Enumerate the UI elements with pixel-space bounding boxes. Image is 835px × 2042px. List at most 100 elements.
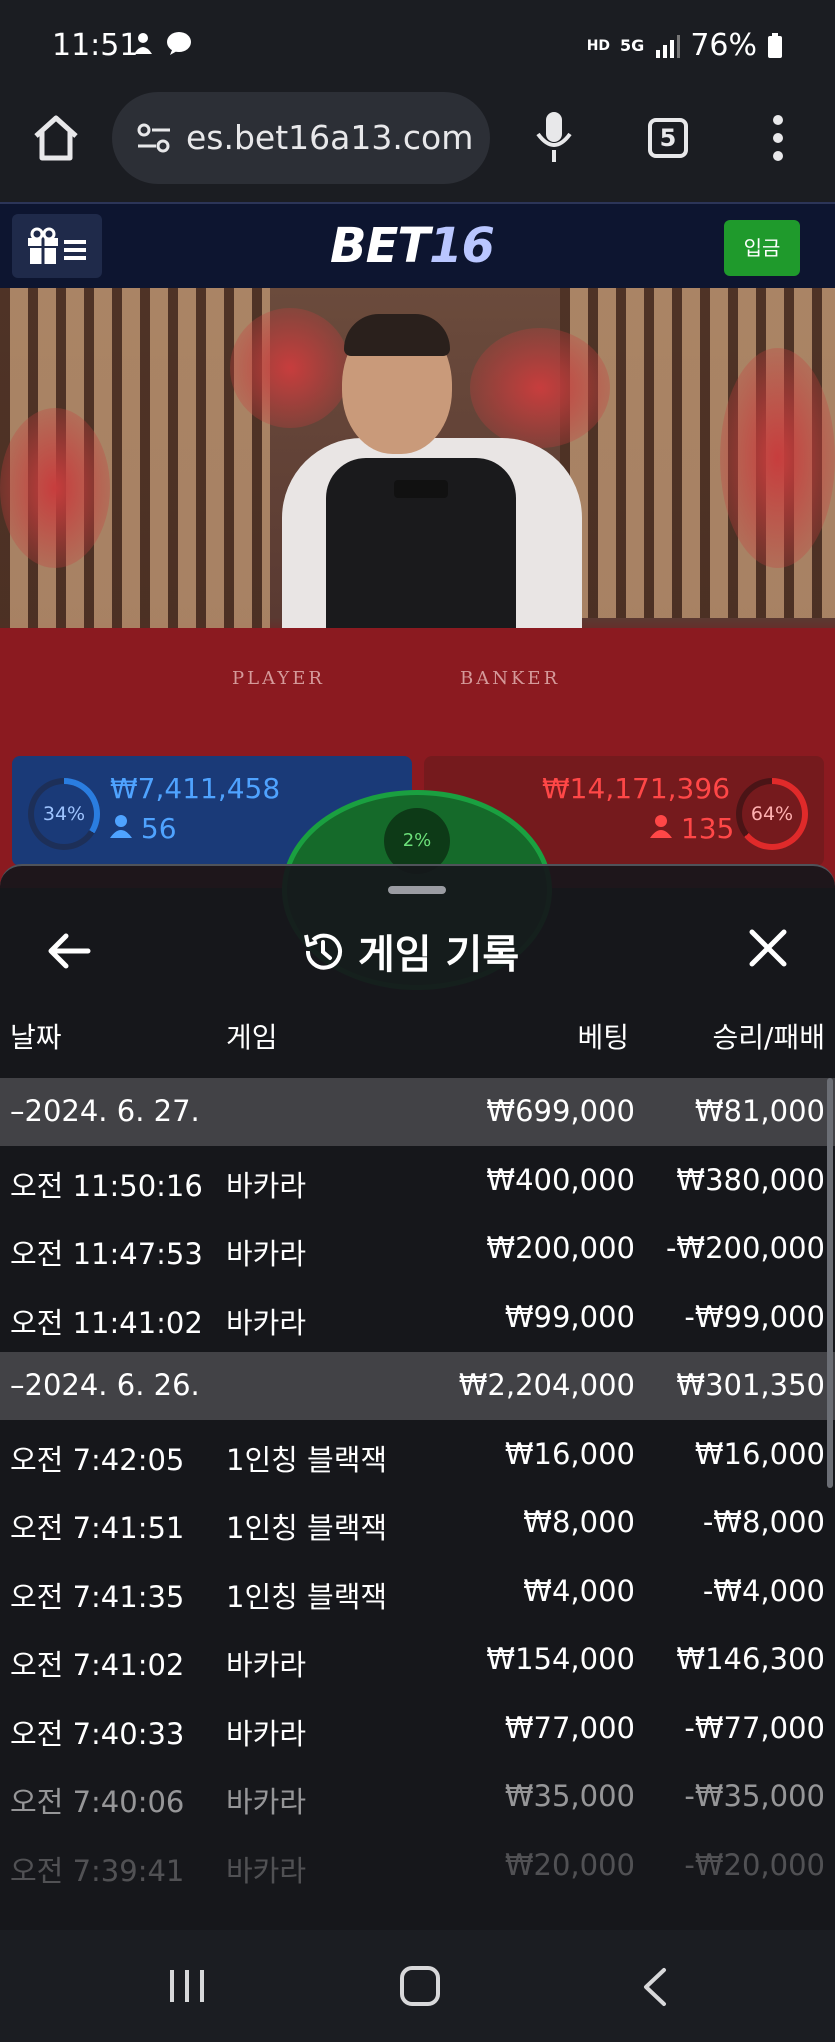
back-icon[interactable] xyxy=(640,1966,670,2008)
gift-icon xyxy=(28,227,86,264)
row-bet: ₩154,000 xyxy=(486,1642,635,1676)
row-game: 바카라 xyxy=(226,1168,307,1203)
user-icon xyxy=(110,815,132,838)
blossom-decor xyxy=(720,348,835,568)
banker-percent: 64% xyxy=(750,803,794,825)
row-date: 오전 11:47:53 xyxy=(10,1237,203,1271)
row-date: 오전 7:39:41 xyxy=(10,1853,185,1888)
tune-icon[interactable] xyxy=(136,122,172,154)
history-row[interactable]: 오전 11:47:53 바카라 ₩200,000 -₩200,000 xyxy=(0,1215,835,1283)
table-label-player: PLAYER xyxy=(232,668,325,689)
scrollbar[interactable] xyxy=(827,1078,833,1488)
row-bet: ₩4,000 xyxy=(523,1573,635,1608)
column-header-bet[interactable]: 베팅 xyxy=(577,1016,629,1056)
game-history-sheet: 게임 기록 날짜 게임 베팅 승리/패배 –2024. 6. 27. ₩699,0… xyxy=(0,864,835,1930)
status-right: HD 5G 76% xyxy=(587,28,783,63)
deposit-button[interactable]: 입금 xyxy=(724,220,800,276)
url-text: es.bet16a13.com xyxy=(186,118,474,157)
browser-toolbar: es.bet16a13.com 5 xyxy=(0,90,835,202)
sheet-title-text: 게임 기록 xyxy=(358,932,520,978)
banker-amount: ₩14,171,396 xyxy=(542,772,731,805)
status-time: 11:51 xyxy=(52,28,139,63)
row-result: ₩16,000 xyxy=(694,1436,825,1471)
dealer-hair xyxy=(344,314,450,356)
row-bet: ₩35,000 xyxy=(504,1779,635,1813)
talk-icon xyxy=(167,32,191,55)
column-header-date[interactable]: 날짜 xyxy=(10,1016,62,1056)
row-date: 오전 7:40:33 xyxy=(10,1716,185,1751)
history-row[interactable]: 오전 7:39:41 바카라 ₩20,000 -₩20,000 xyxy=(0,1832,835,1900)
logo-bet: BET xyxy=(330,218,430,274)
status-bar: 11:51 HD 5G 76% xyxy=(0,0,835,90)
row-bet: ₩400,000 xyxy=(486,1162,635,1197)
history-row[interactable]: 오전 7:42:05 1인칭 블랙잭 ₩16,000 ₩16,000 xyxy=(0,1421,835,1489)
android-nav-bar xyxy=(0,1930,835,2042)
date-group-row[interactable]: –2024. 6. 26. ₩2,204,000 ₩301,350 xyxy=(0,1352,835,1420)
sheet-title: 게임 기록 xyxy=(300,922,519,980)
home-nav-icon[interactable] xyxy=(400,1966,440,2006)
row-date: 오전 7:42:05 xyxy=(10,1442,185,1477)
blossom-decor xyxy=(470,328,610,448)
more-vert-icon[interactable] xyxy=(768,112,788,164)
row-result: -₩77,000 xyxy=(684,1710,825,1745)
row-result: -₩8,000 xyxy=(702,1505,825,1539)
row-date: –2024. 6. 27. xyxy=(10,1094,200,1128)
row-date: 오전 7:41:51 xyxy=(10,1511,185,1545)
player-count-value: 56 xyxy=(140,812,177,845)
row-result: ₩146,300 xyxy=(676,1642,825,1676)
row-bet: ₩77,000 xyxy=(504,1710,635,1745)
row-date: 오전 11:50:16 xyxy=(10,1168,203,1203)
history-row[interactable]: 오전 11:50:16 바카라 ₩400,000 ₩380,000 xyxy=(0,1147,835,1215)
row-date: 오전 7:41:35 xyxy=(10,1579,185,1614)
row-game: 바카라 xyxy=(226,1648,307,1682)
row-bet: ₩99,000 xyxy=(504,1299,635,1334)
row-bet: ₩200,000 xyxy=(486,1231,635,1265)
history-row[interactable]: 오전 7:41:51 1인칭 블랙잭 ₩8,000 -₩8,000 xyxy=(0,1489,835,1557)
network-5g-icon: 5G xyxy=(620,36,645,55)
close-icon[interactable] xyxy=(746,926,790,970)
history-row[interactable]: 오전 7:41:35 1인칭 블랙잭 ₩4,000 -₩4,000 xyxy=(0,1558,835,1626)
mic-icon[interactable] xyxy=(534,110,574,164)
banker-count-value: 135 xyxy=(680,812,735,845)
row-date: –2024. 6. 26. xyxy=(10,1368,200,1402)
home-icon[interactable] xyxy=(30,112,82,164)
banker-count: 135 xyxy=(650,812,734,845)
gift-menu-button[interactable] xyxy=(12,214,102,278)
date-group-row[interactable]: –2024. 6. 27. ₩699,000 ₩81,000 xyxy=(0,1078,835,1146)
user-icon xyxy=(650,815,672,838)
url-bar[interactable]: es.bet16a13.com xyxy=(112,92,490,184)
column-header-result[interactable]: 승리/패배 xyxy=(713,1016,825,1056)
row-game: 1인칭 블랙잭 xyxy=(226,1442,388,1477)
row-bet: ₩8,000 xyxy=(523,1505,635,1539)
notification-icons xyxy=(130,30,192,56)
row-bet: ₩20,000 xyxy=(504,1847,635,1882)
row-game: 바카라 xyxy=(226,1237,307,1271)
row-bet: ₩16,000 xyxy=(504,1436,635,1471)
row-date: 오전 7:41:02 xyxy=(10,1648,185,1682)
bet16-logo[interactable]: BET16 xyxy=(330,218,495,274)
hd-voice-icon: HD xyxy=(586,37,611,54)
column-header-game[interactable]: 게임 xyxy=(226,1016,278,1056)
sheet-drag-handle[interactable] xyxy=(388,886,446,894)
row-game: 바카라 xyxy=(226,1716,307,1751)
table-label-banker: BANKER xyxy=(460,668,561,689)
row-game: 바카라 xyxy=(226,1785,307,1819)
row-result: -₩99,000 xyxy=(684,1299,825,1334)
recents-icon[interactable] xyxy=(168,1968,206,2004)
row-bet: ₩699,000 xyxy=(486,1094,635,1128)
row-game: 바카라 xyxy=(226,1305,307,1340)
player-count: 56 xyxy=(110,812,177,845)
tab-switcher-button[interactable]: 5 xyxy=(648,118,688,158)
history-icon xyxy=(304,933,342,970)
row-game: 1인칭 블랙잭 xyxy=(226,1511,388,1545)
arrow-left-icon[interactable] xyxy=(44,926,94,976)
row-game: 1인칭 블랙잭 xyxy=(226,1579,388,1614)
history-row[interactable]: 오전 7:40:06 바카라 ₩35,000 -₩35,000 xyxy=(0,1763,835,1831)
history-row[interactable]: 오전 11:41:02 바카라 ₩99,000 -₩99,000 xyxy=(0,1284,835,1352)
row-result: -₩4,000 xyxy=(702,1573,825,1608)
dealer-bowtie xyxy=(394,480,448,498)
row-date: 오전 7:40:06 xyxy=(10,1785,185,1819)
battery-percent: 76% xyxy=(690,28,757,63)
history-row[interactable]: 오전 7:40:33 바카라 ₩77,000 -₩77,000 xyxy=(0,1695,835,1763)
history-row[interactable]: 오전 7:41:02 바카라 ₩154,000 ₩146,300 xyxy=(0,1626,835,1694)
